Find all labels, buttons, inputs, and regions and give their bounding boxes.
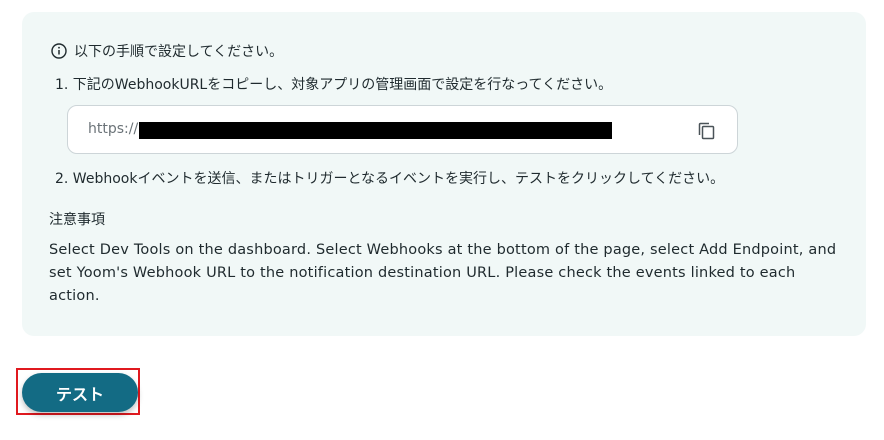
info-text: 以下の手順で設定してください。 (74, 44, 284, 60)
step-1: 1. 下記のWebhookURLをコピーし、対象アプリの管理画面で設定を行なって… (55, 77, 613, 93)
webhook-url-field[interactable]: https:// (67, 105, 738, 154)
notice-title: 注意事項 (49, 212, 105, 228)
webhook-url-redacted (139, 122, 612, 139)
notice-body: Select Dev Tools on the dashboard. Selec… (49, 242, 837, 304)
info-header: 以下の手順で設定してください。 (51, 41, 283, 61)
info-icon (51, 43, 67, 59)
instructions-panel: 以下の手順で設定してください。 1. 下記のWebhookURLをコピーし、対象… (22, 12, 866, 336)
test-button[interactable]: テスト (22, 373, 138, 412)
webhook-url-prefix: https:// (88, 121, 139, 137)
copy-icon[interactable] (696, 120, 718, 142)
step-2: 2. Webhookイベントを送信、またはトリガーとなるイベントを実行し、テスト… (55, 171, 725, 187)
